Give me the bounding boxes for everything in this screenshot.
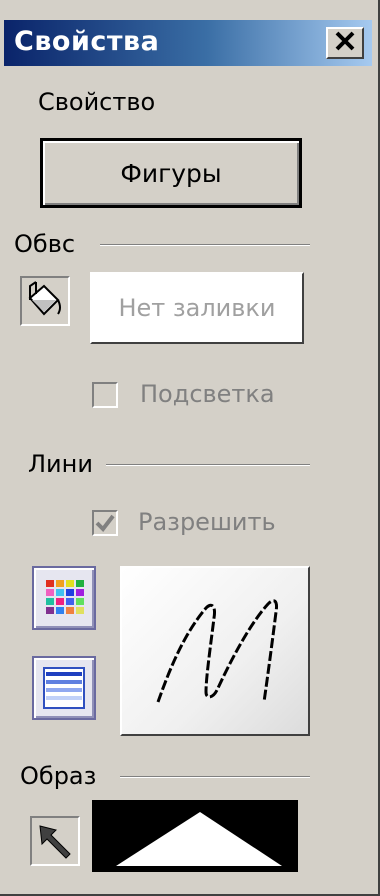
enable-lines-label: Разрешить: [138, 508, 276, 536]
enable-lines-checkbox[interactable]: [92, 510, 118, 536]
line-style-button[interactable]: [32, 656, 96, 720]
fill-group-divider: [100, 244, 310, 246]
lines-group-divider: [106, 464, 310, 466]
pointer-button[interactable]: [30, 816, 80, 866]
close-icon: [334, 30, 356, 57]
properties-window: Свойства Свойство Фигуры Обвс Нет заливк…: [0, 0, 380, 896]
shapes-button-label: Фигуры: [120, 158, 222, 188]
property-label: Свойство: [38, 88, 156, 116]
image-preview[interactable]: [92, 800, 298, 872]
image-group-title: Образ: [20, 762, 97, 790]
no-fill-label: Нет заливки: [118, 294, 276, 322]
title-bar[interactable]: Свойства: [4, 20, 372, 66]
lines-group-title: Лини: [28, 450, 93, 478]
close-button[interactable]: [326, 27, 364, 59]
highlight-label: Подсветка: [140, 380, 275, 408]
stroke-preview-button[interactable]: [120, 566, 310, 736]
image-group-divider: [120, 776, 310, 778]
no-fill-button[interactable]: Нет заливки: [90, 272, 304, 344]
line-color-button[interactable]: [32, 566, 96, 630]
fill-group-title: Обвс: [14, 230, 76, 258]
shapes-button[interactable]: Фигуры: [40, 138, 302, 208]
highlight-checkbox[interactable]: [92, 382, 118, 408]
fill-color-button[interactable]: [20, 276, 70, 326]
window-title: Свойства: [14, 26, 160, 57]
